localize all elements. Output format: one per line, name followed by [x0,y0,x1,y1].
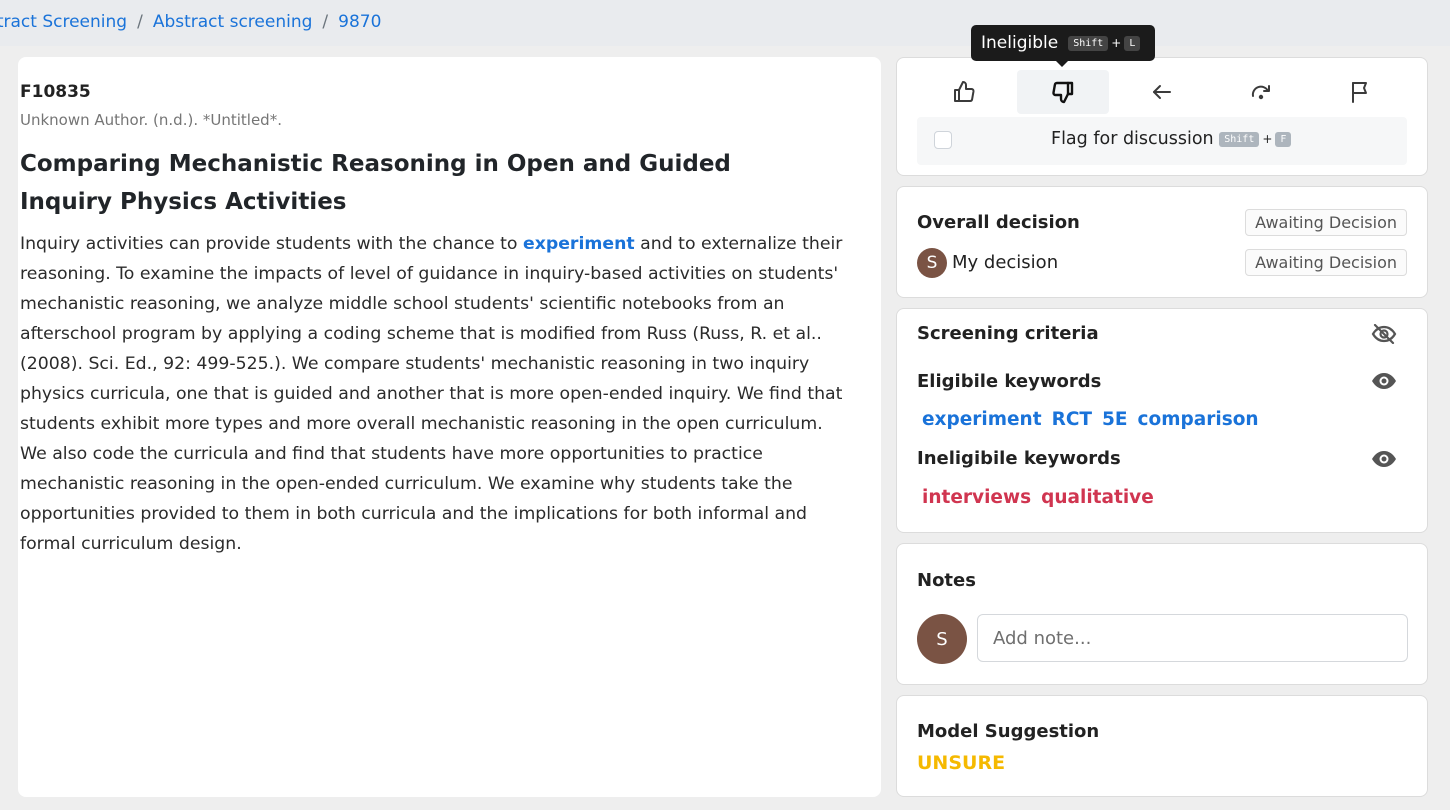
model-suggestion-title: Model Suggestion [917,721,1100,742]
screening-criteria-card: Screening criteria Eligibile keywords ex… [896,308,1428,533]
shortcut-key-shift: Shift [1219,131,1260,147]
back-button[interactable] [1116,70,1208,114]
overall-decision-badge: Awaiting Decision [1245,209,1407,236]
criteria-title: Screening criteria [917,323,1099,344]
decision-card: Overall decision Awaiting Decision S My … [896,186,1428,298]
tooltip-key-shift: Shift [1068,35,1109,51]
abstract-text-rest: and to externalize their reasoning. To e… [20,234,843,554]
my-decision-label: My decision [952,252,1059,273]
breadcrumb-separator: / [137,12,143,32]
eligible-button[interactable] [918,70,1010,114]
abstract-text-start: Inquiry activities can provide students … [20,234,523,254]
screening-actions-card: Flag for discussion Shift + F [896,57,1428,176]
notes-title: Notes [917,570,976,591]
notes-card: Notes S [896,543,1428,685]
eye-icon[interactable] [1371,449,1397,469]
eligible-keyword: experiment [922,409,1042,430]
redo-icon [1251,85,1270,100]
tooltip-key-l: L [1124,35,1141,51]
ineligible-keyword: qualitative [1041,487,1154,508]
tooltip-label: Ineligible [981,33,1059,53]
top-bar: stract Screening / Abstract screening / 9870 [0,0,1450,46]
flag-label: Flag for discussion Shift + F [1051,129,1292,149]
citation: Unknown Author. (n.d.). *Untitled*. [20,111,282,129]
shortcut-plus: + [1262,132,1273,146]
breadcrumb: stract Screening / Abstract screening / 9870 [0,12,381,32]
breadcrumb-abstract-screening-root[interactable]: stract Screening [0,12,127,32]
eligible-keyword: comparison [1137,409,1259,430]
abstract-text: Inquiry activities can provide students … [20,229,850,559]
eye-icon[interactable] [1371,371,1397,391]
ineligible-keywords-title: Ineligibile keywords [917,448,1121,469]
record-id: F10835 [20,82,91,102]
breadcrumb-separator: / [322,12,329,32]
note-user-avatar: S [917,614,967,664]
my-decision-badge: Awaiting Decision [1245,249,1407,276]
flag-button[interactable] [1314,70,1406,114]
eligible-keywords-title: Eligibile keywords [917,371,1102,392]
eye-slash-icon[interactable] [1371,323,1397,345]
ineligible-keywords-list: interviews qualitative [922,487,1164,508]
add-note-input[interactable] [977,614,1408,662]
overall-decision-label: Overall decision [917,212,1080,233]
flag-for-discussion-row[interactable]: Flag for discussion Shift + F [917,117,1407,165]
breadcrumb-record-id[interactable]: 9870 [338,12,381,32]
ineligible-tooltip: Ineligible Shift + L [971,25,1155,67]
flag-checkbox[interactable] [934,131,952,149]
shortcut-key-f: F [1275,131,1292,147]
arrow-left-icon [1153,85,1171,99]
user-avatar: S [917,248,947,278]
article-title: Comparing Mechanistic Reasoning in Open … [20,151,731,215]
thumbs-up-icon [954,81,975,102]
tooltip-arrow [1056,61,1068,67]
breadcrumb-abstract-screening[interactable]: Abstract screening [153,12,313,32]
ineligible-keyword: interviews [922,487,1032,508]
tooltip-plus: + [1111,36,1122,50]
thumbs-down-icon [1052,81,1074,104]
eligible-keyword: 5E [1102,409,1128,430]
highlighted-keyword: experiment [522,234,635,254]
eligible-keywords-list: experiment RCT 5E comparison [922,409,1269,430]
model-suggestion-value: UNSURE [917,752,1006,774]
eligible-keyword: RCT [1051,409,1093,430]
flag-label-text: Flag for discussion [1051,129,1214,149]
model-suggestion-card: Model Suggestion UNSURE [896,695,1428,797]
flag-icon [1352,82,1367,103]
ineligible-button[interactable] [1017,70,1109,114]
skip-button[interactable] [1215,70,1307,114]
